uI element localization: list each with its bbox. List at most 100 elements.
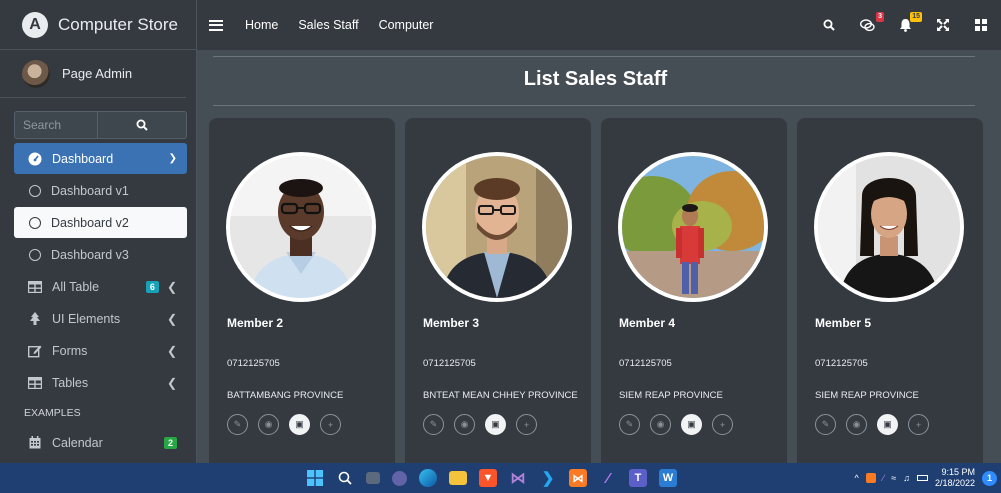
staff-card: Member 3 0712125705 BNTEAT MEAN CHHEY PR… (405, 118, 591, 463)
archive-icon[interactable]: ▣ (681, 414, 702, 435)
edge-browser-icon[interactable] (419, 469, 437, 487)
volume-icon[interactable]: ♫ (903, 473, 910, 483)
notification-badge[interactable]: 1 (982, 470, 997, 486)
member-phone: 0712125705 (227, 358, 280, 369)
view-icon[interactable]: ◉ (650, 414, 671, 435)
nav-link-sales-staff[interactable]: Sales Staff (298, 18, 358, 32)
word-icon[interactable]: W (659, 469, 677, 487)
avatar (22, 59, 50, 88)
divider (213, 105, 975, 106)
count-badge: 2 (163, 436, 177, 449)
notifications-badge: 15 (910, 12, 922, 22)
xampp-icon[interactable]: ⋈ (569, 469, 587, 487)
edit-icon (28, 344, 42, 358)
battery-icon[interactable] (916, 475, 928, 481)
chat-icon[interactable] (392, 470, 407, 486)
add-user-icon[interactable]: + (908, 414, 929, 435)
page-title: List Sales Staff (523, 68, 668, 90)
user-panel[interactable]: Page Admin (0, 50, 186, 98)
view-icon[interactable]: ◉ (454, 414, 475, 435)
sidebar-item-dashboard[interactable]: Dashboard ❯ (14, 143, 187, 174)
chevron-up-icon[interactable]: ^ (855, 473, 859, 483)
brand-logo-icon: A (22, 11, 48, 38)
staff-photo (422, 152, 572, 302)
card-actions: ✎ ◉ ▣ + (423, 414, 537, 435)
fullscreen-icon[interactable] (935, 17, 951, 33)
chevron-left-icon: ❮ (166, 311, 177, 326)
view-icon[interactable]: ◉ (258, 414, 279, 435)
edit-icon[interactable]: ✎ (815, 414, 836, 435)
member-name: Member 3 (423, 316, 480, 330)
search-input[interactable] (15, 112, 97, 138)
sidebar-item-label: Dashboard (52, 151, 114, 166)
sidebar-section-header: EXAMPLES (24, 407, 81, 419)
file-explorer-icon[interactable] (449, 471, 467, 485)
top-navbar: Home Sales Staff Computer 3 15 (197, 0, 1001, 50)
visual-studio-icon[interactable]: ⋈ (509, 469, 527, 487)
sidebar: A Computer Store Page Admin Dashboard ❯ … (0, 0, 197, 463)
task-view-icon[interactable] (366, 472, 380, 484)
member-phone: 0712125705 (423, 358, 476, 369)
search-icon[interactable] (336, 469, 354, 487)
staff-photo (226, 152, 376, 302)
sidebar-item-ui-elements[interactable]: UI Elements ❮ (14, 303, 187, 334)
sidebar-item-calendar[interactable]: Calendar 2 (14, 427, 187, 458)
staff-photo (814, 152, 964, 302)
add-user-icon[interactable]: + (516, 414, 537, 435)
archive-icon[interactable]: ▣ (877, 414, 898, 435)
feather-app-icon[interactable]: ⁄ (599, 469, 617, 487)
bell-icon[interactable]: 15 (897, 12, 922, 33)
sidebar-item-all-table[interactable]: All Table 6 ❮ (14, 271, 187, 302)
view-icon[interactable]: ◉ (846, 414, 867, 435)
circle-icon (29, 184, 41, 197)
archive-icon[interactable]: ▣ (289, 414, 310, 435)
nav-link-home[interactable]: Home (245, 18, 278, 32)
grid-layout-icon[interactable] (973, 17, 989, 33)
sidebar-item-label: All Table (52, 279, 100, 294)
chevron-down-icon: ❯ (168, 153, 177, 164)
sidebar-item-label: UI Elements (52, 311, 121, 326)
feather-tray-icon[interactable]: ⁄ (883, 473, 885, 483)
sidebar-item-dashboard-v2[interactable]: Dashboard v2 (14, 207, 187, 238)
chevron-left-icon: ❮ (166, 343, 177, 358)
card-actions: ✎ ◉ ▣ + (815, 414, 929, 435)
search-button[interactable] (97, 112, 186, 138)
search-icon[interactable] (821, 17, 837, 33)
menu-toggle-icon[interactable] (209, 19, 223, 31)
messages-icon[interactable]: 3 (859, 12, 884, 33)
circle-icon (29, 248, 41, 261)
calendar-icon (28, 436, 42, 450)
edit-icon[interactable]: ✎ (423, 414, 444, 435)
member-address: BATTAMBANG PROVINCE (227, 390, 344, 401)
user-name: Page Admin (62, 66, 133, 81)
clock[interactable]: 9:15 PM 2/18/2022 (935, 467, 975, 489)
sidebar-item-tables[interactable]: Tables ❮ (14, 367, 187, 398)
chevron-left-icon: ❮ (166, 375, 177, 390)
sidebar-item-label: Calendar (52, 435, 103, 450)
brand-link[interactable]: A Computer Store (0, 0, 196, 50)
nav-link-computer[interactable]: Computer (379, 18, 434, 32)
edit-icon[interactable]: ✎ (227, 414, 248, 435)
sidebar-item-dashboard-v3[interactable]: Dashboard v3 (14, 239, 187, 270)
circle-icon (29, 216, 41, 229)
sidebar-item-label: Forms (52, 343, 88, 358)
search-icon (136, 119, 148, 131)
xampp-tray-icon[interactable] (865, 473, 876, 483)
teams-icon[interactable]: T (629, 469, 647, 487)
sidebar-item-dashboard-v1[interactable]: Dashboard v1 (14, 175, 187, 206)
taskbar-apps: ▼ ⋈ ❯ ⋈ ⁄ T W (306, 463, 677, 493)
add-user-icon[interactable]: + (320, 414, 341, 435)
add-user-icon[interactable]: + (712, 414, 733, 435)
edit-icon[interactable]: ✎ (619, 414, 640, 435)
sidebar-item-forms[interactable]: Forms ❮ (14, 335, 187, 366)
vscode-icon[interactable]: ❯ (539, 469, 557, 487)
staff-card: Member 2 0712125705 BATTAMBANG PROVINCE … (209, 118, 395, 463)
brave-browser-icon[interactable]: ▼ (479, 469, 497, 487)
windows-start-icon[interactable] (306, 469, 324, 487)
clock-date: 2/18/2022 (934, 478, 975, 488)
main-content: List Sales Staff Member 2 0712125705 BAT… (197, 50, 1001, 463)
wifi-icon[interactable]: ≈ (891, 473, 896, 483)
archive-icon[interactable]: ▣ (485, 414, 506, 435)
sidebar-nav: Dashboard ❯ Dashboard v1 Dashboard v2 Da… (14, 143, 187, 459)
staff-card: Member 5 0712125705 SIEM REAP PROVINCE ✎… (797, 118, 983, 463)
